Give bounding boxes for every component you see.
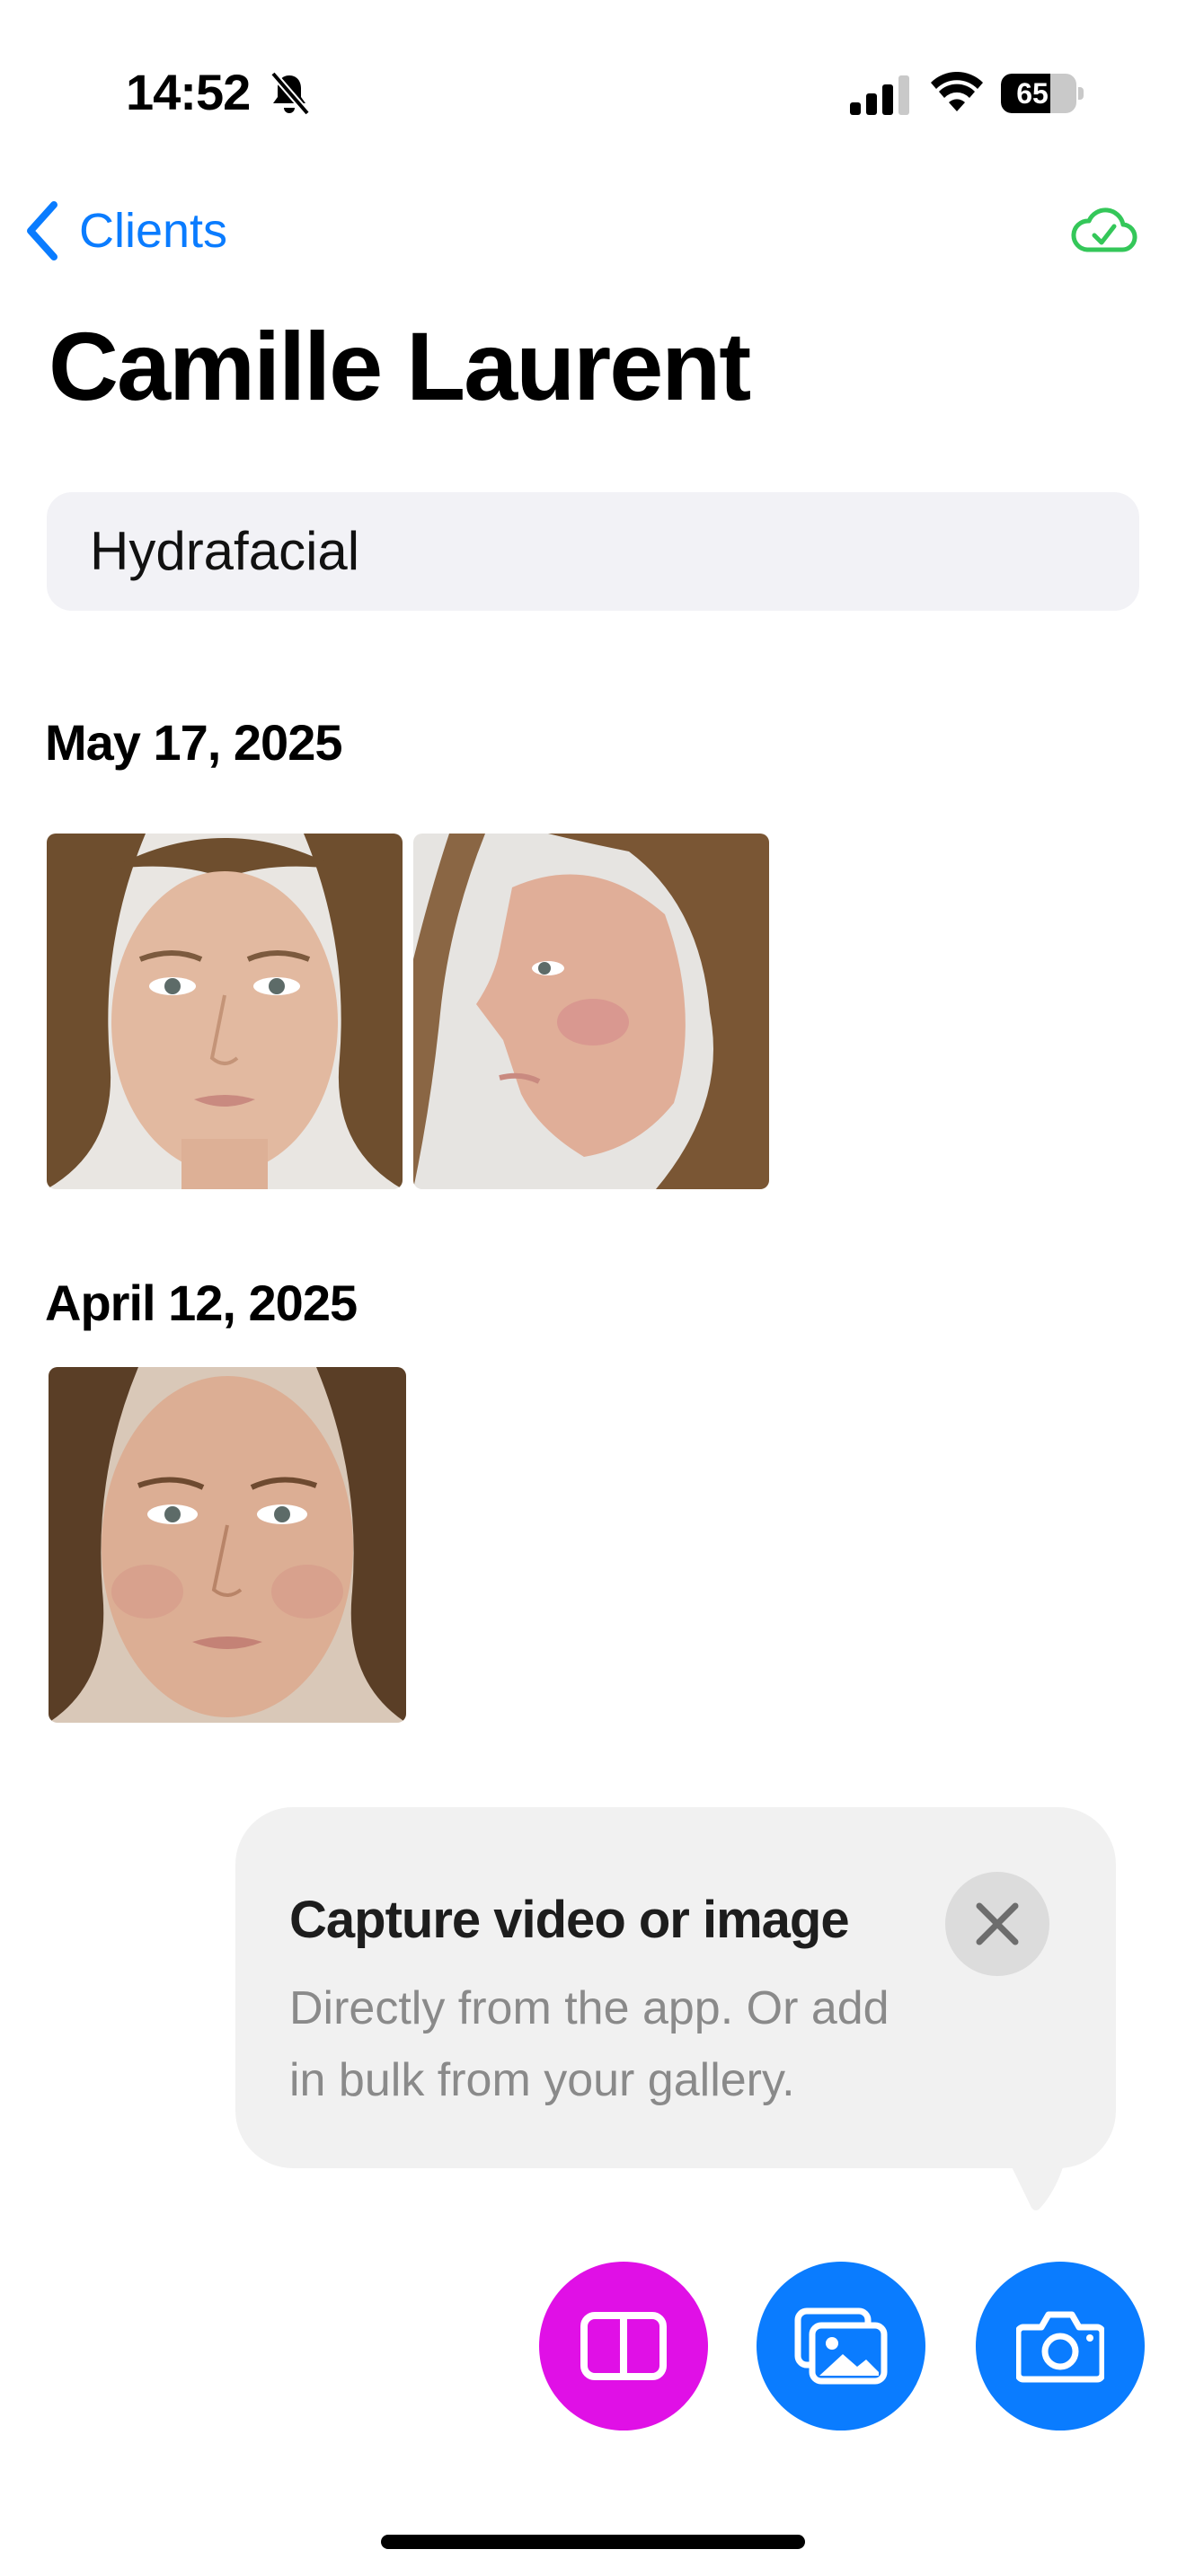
battery-nub xyxy=(1078,87,1084,100)
compare-button[interactable] xyxy=(539,2262,708,2430)
session-photo-front[interactable] xyxy=(47,834,403,1189)
tooltip-pointer xyxy=(1005,2152,1067,2210)
battery-percentage: 65 xyxy=(1016,77,1049,110)
wifi-icon xyxy=(931,72,983,111)
tooltip-close-button[interactable] xyxy=(945,1872,1049,1976)
session-date: May 17, 2025 xyxy=(45,714,342,771)
gallery-button[interactable] xyxy=(757,2262,925,2430)
status-time: 14:52 xyxy=(126,64,251,120)
back-button[interactable]: Clients xyxy=(23,201,227,260)
treatment-value: Hydrafacial xyxy=(90,521,360,581)
battery-icon: 65 xyxy=(1001,74,1076,113)
tooltip-title: Capture video or image xyxy=(289,1891,850,1949)
camera-button[interactable] xyxy=(976,2262,1145,2430)
session-date: April 12, 2025 xyxy=(45,1275,358,1331)
client-name: Camille Laurent xyxy=(49,312,751,420)
tooltip-body: Directly from the app. Or add in bulk fr… xyxy=(289,1982,890,2106)
compare-icon xyxy=(580,2312,667,2380)
silent-bell-icon xyxy=(270,71,311,116)
home-indicator[interactable] xyxy=(381,2535,805,2549)
chevron-left-icon xyxy=(27,201,58,260)
gallery-icon xyxy=(794,2307,888,2385)
cellular-signal-icon xyxy=(850,75,909,115)
front-face-photo xyxy=(49,1367,406,1723)
session-photo-side[interactable] xyxy=(413,834,769,1189)
session-photo-front[interactable] xyxy=(49,1367,406,1723)
cloud-synced-icon[interactable] xyxy=(1069,205,1137,257)
front-face-photo xyxy=(47,834,403,1189)
battery-indicator: 65 xyxy=(1001,74,1084,113)
close-icon xyxy=(976,1902,1019,1945)
side-face-photo xyxy=(413,834,769,1189)
camera-icon xyxy=(1016,2311,1104,2383)
back-label: Clients xyxy=(79,204,228,258)
